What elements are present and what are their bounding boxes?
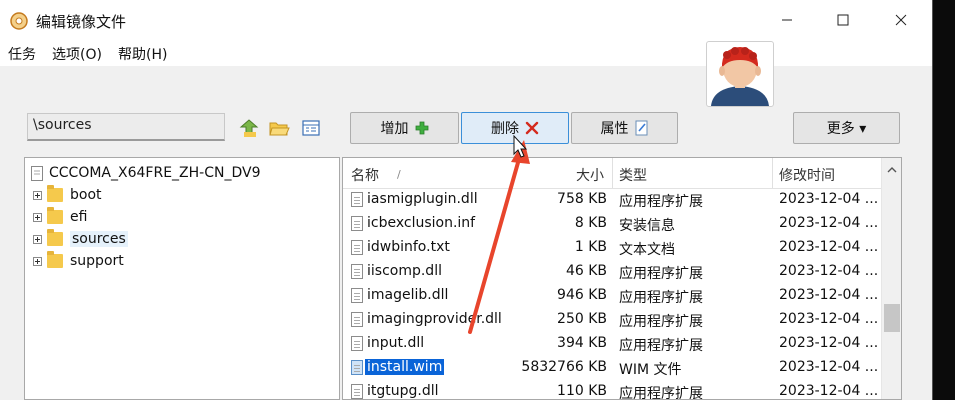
edit-image-window: 编辑镜像文件 任务 选项(O) 帮助(H) \sources 增加 删除 属性 … [0, 0, 933, 400]
annotation-arrow-icon [468, 134, 530, 334]
